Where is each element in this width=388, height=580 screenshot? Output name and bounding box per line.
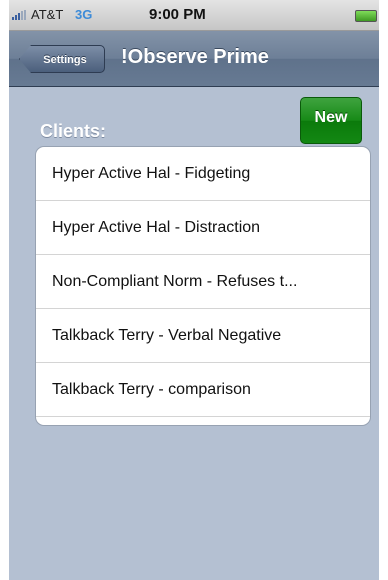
client-list: Hyper Active Hal - Fidgeting Hyper Activ… — [35, 146, 371, 426]
list-item[interactable]: Hyper Active Hal - Distraction — [36, 201, 370, 255]
phone-screen: AT&T 3G 9:00 PM Settings !Observe Prime … — [9, 0, 379, 580]
carrier-label: AT&T — [31, 7, 64, 22]
clients-section-title: Clients: — [40, 121, 107, 141]
list-item[interactable]: Hyper Active Hal - Fidgeting — [36, 147, 370, 201]
list-item[interactable]: Talkback Terry - Verbal Negative — [36, 309, 370, 363]
status-bar: AT&T 3G 9:00 PM — [9, 0, 379, 31]
network-label: 3G — [75, 7, 93, 22]
battery-icon — [355, 10, 377, 22]
page-title: !Observe Prime — [121, 46, 269, 68]
list-item[interactable]: Non-Compliant Norm - Refuses t... — [36, 255, 370, 309]
navigation-bar: Settings !Observe Prime — [9, 31, 379, 87]
list-item[interactable]: Talkback Terry - comparison — [36, 363, 370, 417]
status-time: 9:00 PM — [149, 6, 206, 23]
new-client-button[interactable]: New — [300, 97, 362, 144]
settings-back-button[interactable]: Settings — [19, 45, 105, 73]
signal-icon — [12, 10, 28, 20]
